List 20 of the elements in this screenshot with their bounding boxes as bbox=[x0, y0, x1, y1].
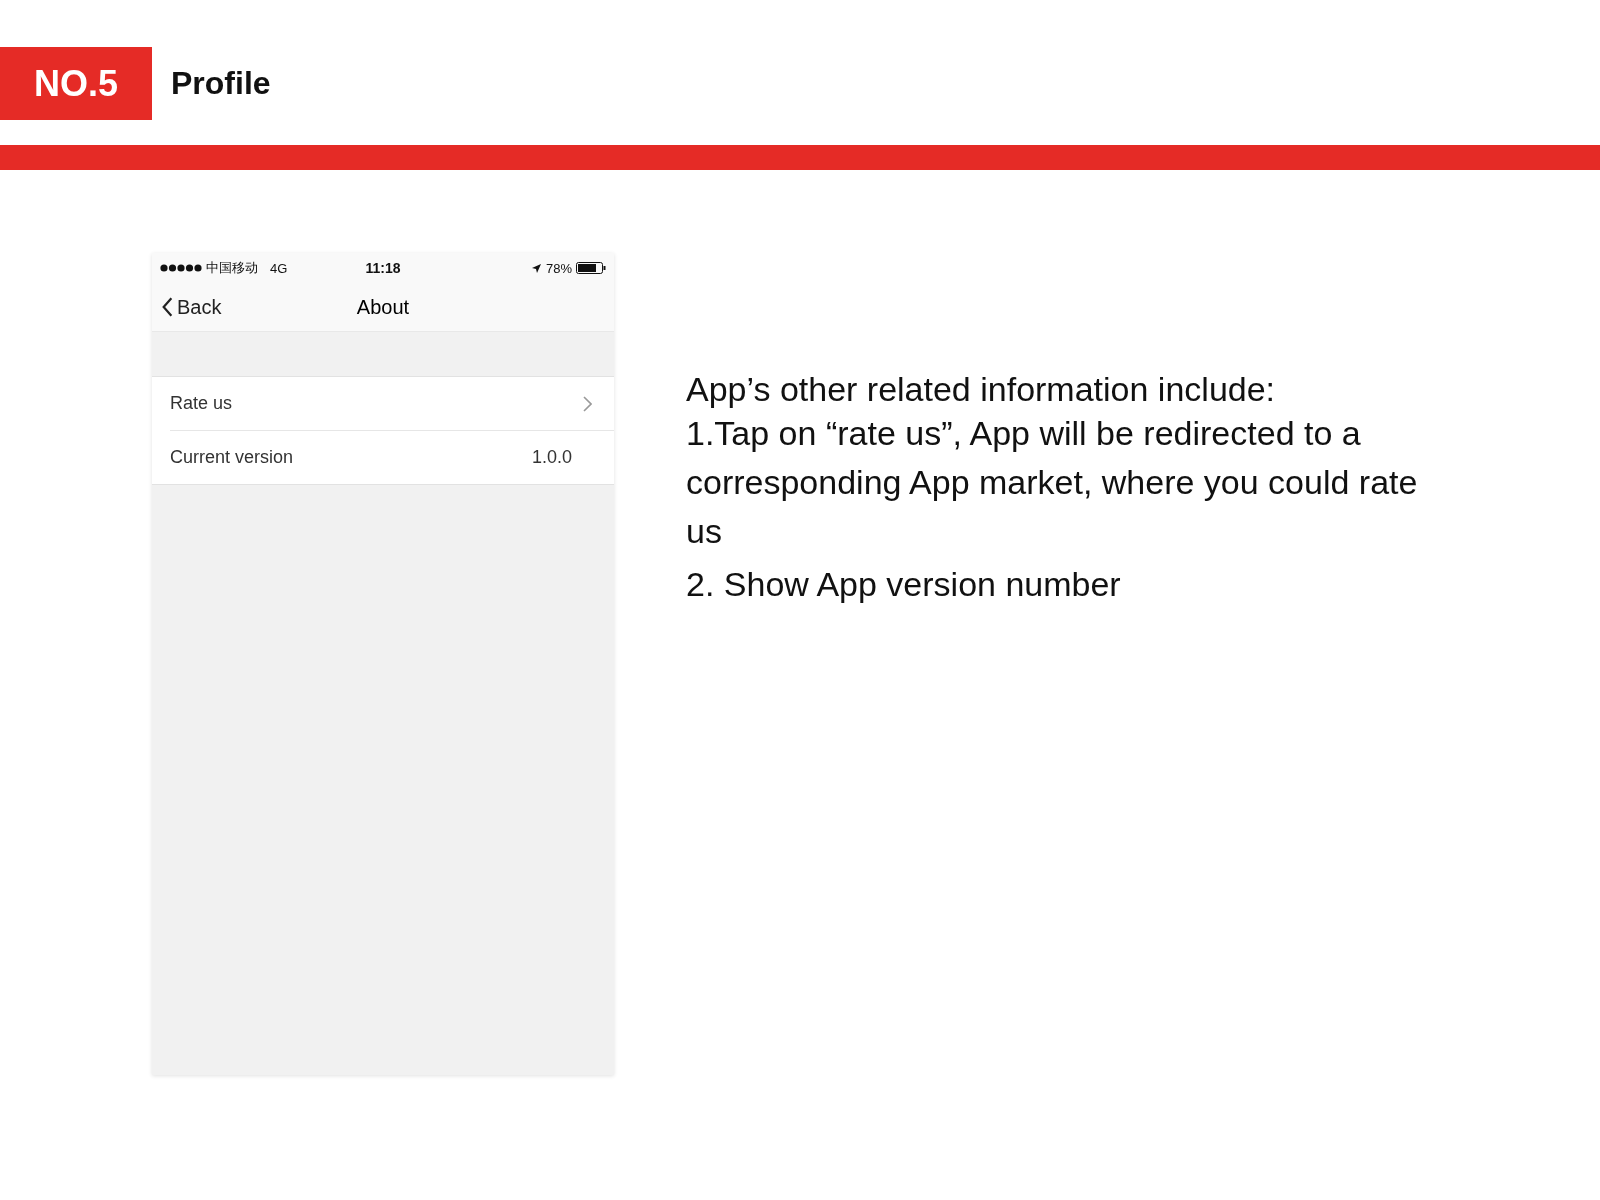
status-time: 11:18 bbox=[365, 260, 401, 276]
row-label: Rate us bbox=[170, 393, 234, 414]
location-arrow-icon bbox=[531, 262, 542, 274]
description-text: App’s other related information include: bbox=[686, 369, 1277, 409]
description-text: 1.Tap on “rate us”, App will be redirected to a corresponding App market, where you could rate us bbox=[686, 413, 1419, 552]
battery-icon bbox=[576, 262, 606, 274]
settings-row[interactable]: Rate us bbox=[152, 377, 614, 430]
carrier-name: 中国移动 bbox=[206, 259, 258, 277]
section-title: Profile bbox=[171, 65, 271, 102]
row-label: Current version bbox=[170, 447, 295, 468]
back-button[interactable]: Back bbox=[152, 295, 222, 319]
section-number-badge: NO.5 bbox=[0, 47, 152, 120]
chevron-right-icon bbox=[583, 395, 592, 412]
chevron-icon bbox=[162, 297, 173, 317]
description-text: 2. Show App version number bbox=[686, 564, 1122, 605]
battery-percent: 78% bbox=[546, 260, 572, 276]
row-value: 1.0.0 bbox=[531, 447, 572, 468]
screen-title: About bbox=[356, 295, 410, 319]
signal-dots-icon bbox=[160, 264, 202, 272]
network-type: 4G bbox=[270, 260, 288, 276]
